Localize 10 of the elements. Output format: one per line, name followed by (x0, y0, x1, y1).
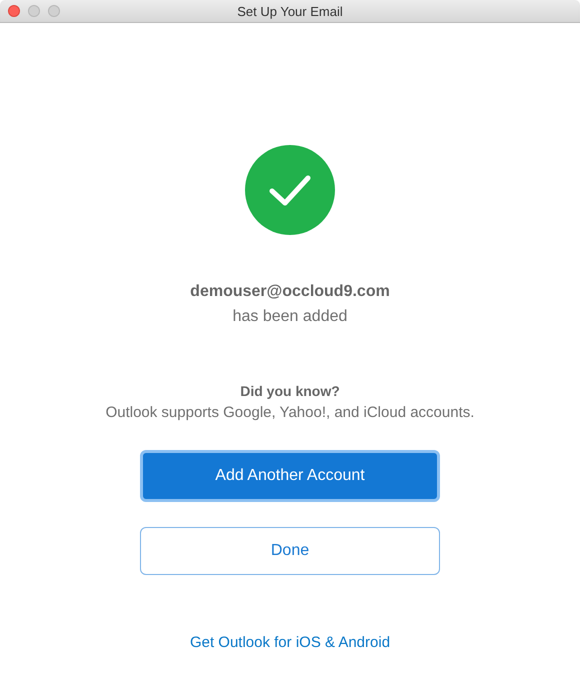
close-window-button[interactable] (8, 5, 20, 17)
account-email: demouser@occloud9.com (190, 283, 390, 301)
done-button[interactable]: Done (140, 527, 440, 575)
mobile-app-link[interactable]: Get Outlook for iOS & Android (190, 634, 390, 651)
checkmark-icon (245, 145, 335, 235)
window-title: Set Up Your Email (237, 4, 343, 18)
status-message: has been added (232, 308, 348, 326)
add-account-button[interactable]: Add Another Account (140, 450, 440, 502)
tip-heading: Did you know? (240, 383, 340, 399)
tip-text: Outlook supports Google, Yahoo!, and iCloud accounts. (106, 404, 474, 421)
